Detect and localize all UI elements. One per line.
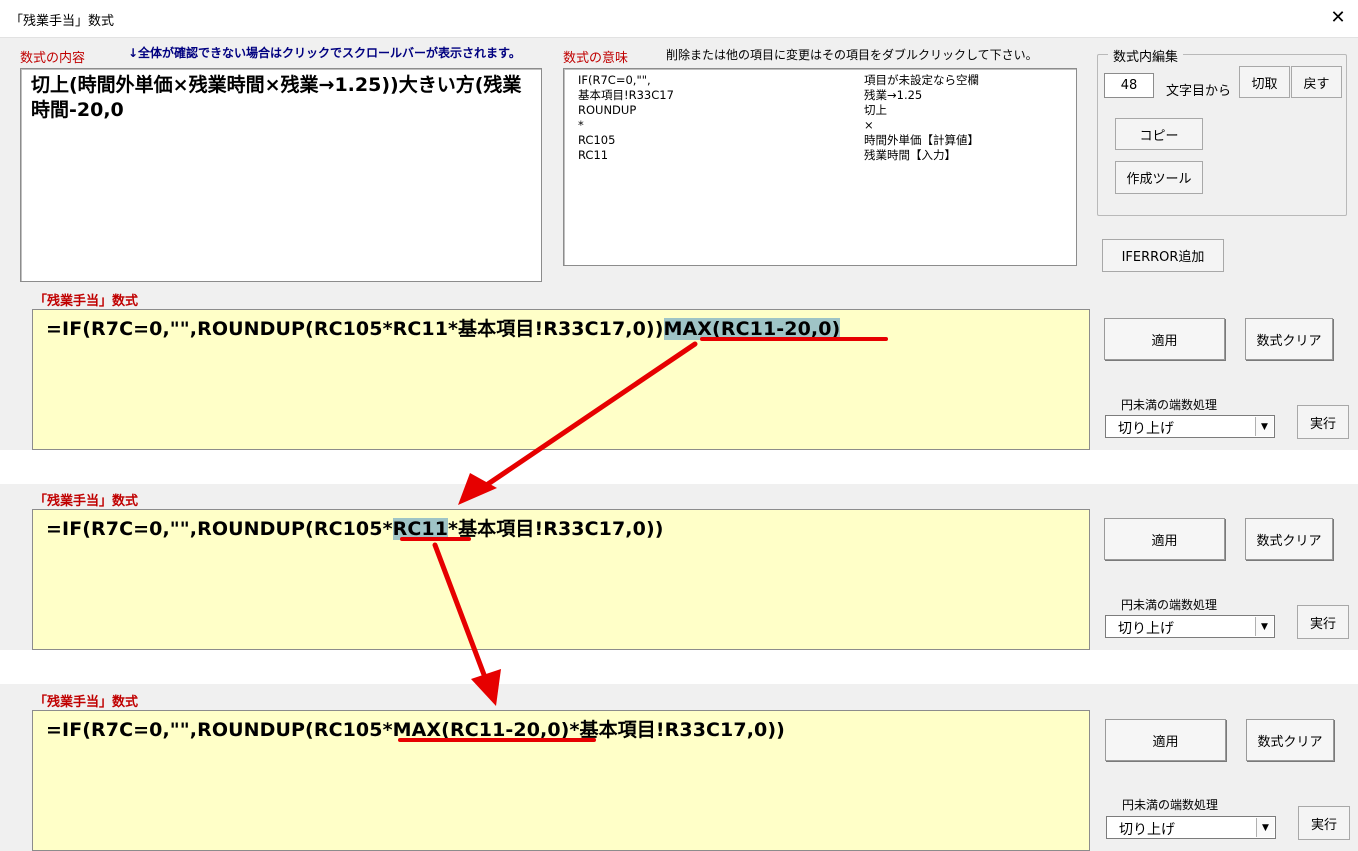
rounding-select[interactable]: 切り上げ ▼ — [1105, 615, 1275, 638]
rounding-select[interactable]: 切り上げ ▼ — [1105, 415, 1275, 438]
window-title: 「残業手当」数式 — [10, 14, 115, 29]
clear-formula-button[interactable]: 数式クリア — [1245, 318, 1333, 360]
meaning-text: 時間外単価【計算値】 — [864, 133, 979, 147]
meaning-code: IF(R7C=0,"", — [578, 73, 651, 87]
rounding-value: 切り上げ — [1119, 822, 1175, 838]
annotation-underline — [700, 337, 888, 341]
close-icon[interactable]: ✕ — [1326, 5, 1350, 31]
formula-content-text: 切上(時間外単価×残業時間×残業→1.25))大きい方(残業時間-20,0 — [31, 74, 522, 121]
apply-button[interactable]: 適用 — [1104, 518, 1225, 560]
formula-label: 「残業手当」数式 — [34, 695, 139, 710]
meaning-code: 基本項目!R33C17 — [578, 88, 674, 102]
char-position-suffix: 文字目から — [1166, 84, 1232, 99]
meaning-row[interactable]: IF(R7C=0,"", 項目が未設定なら空欄 — [578, 73, 1068, 88]
chevron-down-icon[interactable]: ▼ — [1255, 617, 1273, 636]
rounding-label: 円未満の端数処理 — [1121, 598, 1218, 612]
meaning-hint: 削除または他の項目に変更はその項目をダブルクリックして下さい。 — [666, 48, 1038, 62]
meaning-row[interactable]: RC105 時間外単価【計算値】 — [578, 133, 1068, 148]
run-button[interactable]: 実行 — [1297, 405, 1349, 439]
formula-part: =IF(R7C=0,"",ROUNDUP(RC105* — [46, 518, 393, 540]
rounding-select[interactable]: 切り上げ ▼ — [1106, 816, 1276, 839]
iferror-add-button[interactable]: IFERROR追加 — [1102, 239, 1224, 272]
apply-button[interactable]: 適用 — [1105, 719, 1226, 761]
formula-meaning-list[interactable]: IF(R7C=0,"", 項目が未設定なら空欄 基本項目!R33C17 残業→1… — [563, 68, 1077, 266]
meaning-row[interactable]: * × — [578, 118, 1068, 133]
clear-formula-button[interactable]: 数式クリア — [1246, 719, 1334, 761]
run-button[interactable]: 実行 — [1298, 806, 1350, 840]
annotation-underline — [398, 738, 596, 742]
rounding-label: 円未満の端数処理 — [1122, 798, 1219, 812]
meaning-text: 項目が未設定なら空欄 — [864, 73, 979, 87]
formula-editor[interactable]: =IF(R7C=0,"",ROUNDUP(RC105*RC11*基本項目!R33… — [32, 309, 1090, 450]
meaning-code: RC105 — [578, 133, 616, 147]
formula-part: =IF(R7C=0,"",ROUNDUP(RC105*RC11*基本項目!R33… — [46, 318, 664, 340]
rounding-value: 切り上げ — [1118, 421, 1174, 437]
formula-editor[interactable]: =IF(R7C=0,"",ROUNDUP(RC105*RC11*基本項目!R33… — [32, 509, 1090, 650]
meaning-code: RC11 — [578, 148, 609, 162]
annotation-underline — [400, 537, 471, 541]
meaning-text: 残業→1.25 — [864, 88, 923, 102]
formula-part: =IF(R7C=0,"",ROUNDUP(RC105* — [46, 719, 393, 741]
run-button[interactable]: 実行 — [1297, 605, 1349, 639]
edit-group-legend: 数式内編集 — [1108, 46, 1184, 65]
chevron-down-icon[interactable]: ▼ — [1256, 818, 1274, 837]
formula-editor[interactable]: =IF(R7C=0,"",ROUNDUP(RC105*MAX(RC11-20,0… — [32, 710, 1090, 851]
content-label: 数式の内容 — [20, 51, 86, 66]
meaning-row[interactable]: RC11 残業時間【入力】 — [578, 148, 1068, 163]
meaning-text: 残業時間【入力】 — [864, 148, 956, 162]
meaning-row[interactable]: ROUNDUP 切上 — [578, 103, 1068, 118]
meaning-text: 切上 — [864, 103, 887, 117]
formula-part: *基本項目!R33C17,0)) — [448, 518, 664, 540]
meaning-row[interactable]: 基本項目!R33C17 残業→1.25 — [578, 88, 1068, 103]
title-bar: 「残業手当」数式 ✕ — [0, 0, 1358, 38]
creation-tool-button[interactable]: 作成ツール — [1115, 161, 1203, 194]
meaning-text: × — [864, 118, 874, 132]
meaning-code: * — [578, 118, 584, 132]
rounding-value: 切り上げ — [1118, 621, 1174, 637]
cut-button[interactable]: 切取 — [1239, 66, 1290, 98]
rounding-label: 円未満の端数処理 — [1121, 398, 1218, 412]
formula-label: 「残業手当」数式 — [34, 294, 139, 309]
clear-formula-button[interactable]: 数式クリア — [1245, 518, 1333, 560]
char-position-input[interactable] — [1104, 73, 1154, 98]
undo-button[interactable]: 戻す — [1291, 66, 1342, 98]
scroll-hint: ↓全体が確認できない場合はクリックでスクロールバーが表示されます。 — [128, 46, 521, 60]
chevron-down-icon[interactable]: ▼ — [1255, 417, 1273, 436]
formula-content-box[interactable]: 切上(時間外単価×残業時間×残業→1.25))大きい方(残業時間-20,0 — [20, 68, 542, 282]
meaning-label: 数式の意味 — [563, 51, 629, 66]
formula-label: 「残業手当」数式 — [34, 494, 139, 509]
apply-button[interactable]: 適用 — [1104, 318, 1225, 360]
formula-text: =IF(R7C=0,"",ROUNDUP(RC105*RC11*基本項目!R33… — [46, 514, 664, 541]
copy-button[interactable]: コピー — [1115, 118, 1203, 150]
meaning-code: ROUNDUP — [578, 103, 637, 117]
formula-part: *基本項目!R33C17,0)) — [569, 719, 785, 741]
